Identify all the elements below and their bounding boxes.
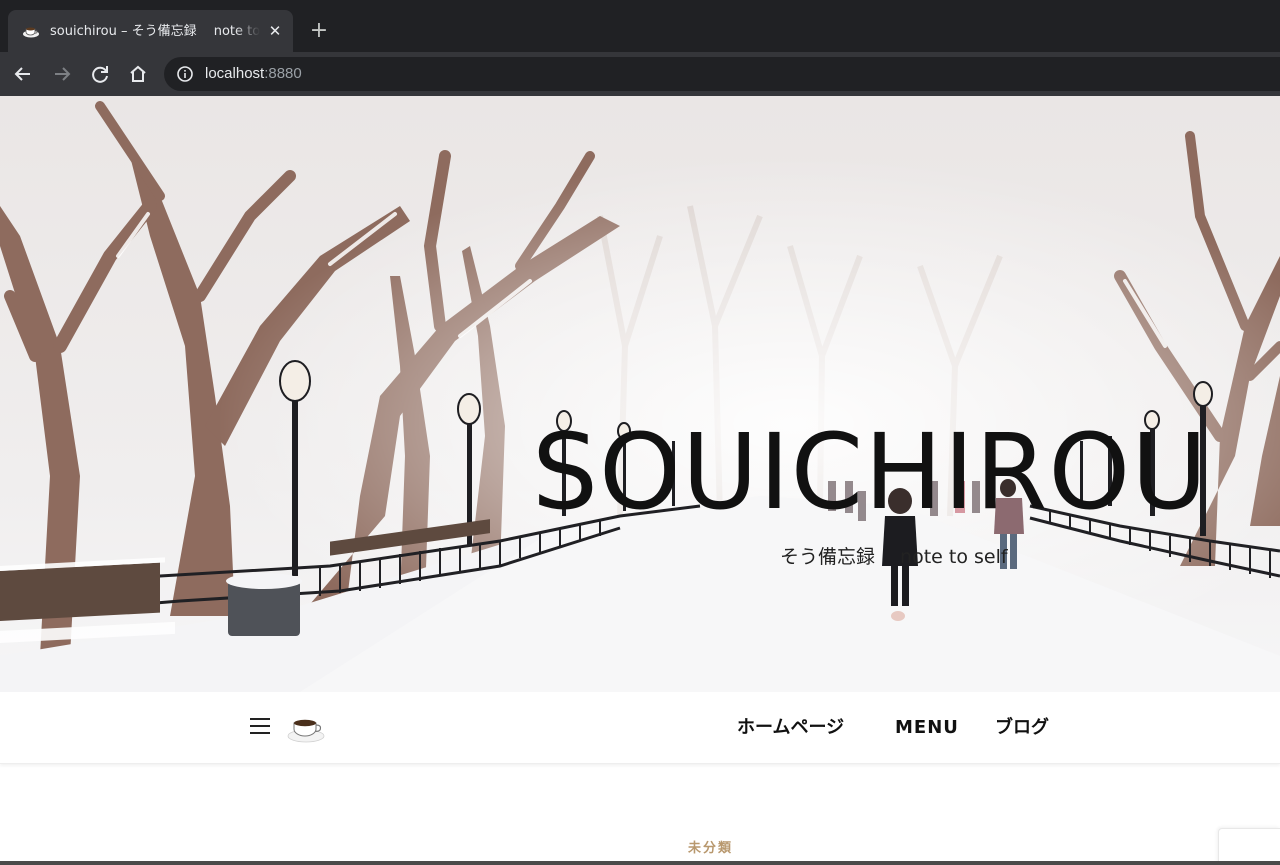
info-icon[interactable] xyxy=(176,65,194,83)
forward-icon[interactable] xyxy=(48,60,76,88)
url-host: localhost xyxy=(205,65,265,82)
reload-icon[interactable] xyxy=(86,60,114,88)
site-navigation: ホームページ MENU ブログ xyxy=(0,692,1280,764)
home-icon[interactable] xyxy=(124,60,152,88)
new-tab-button[interactable]: + xyxy=(306,18,332,44)
url-port: :8880 xyxy=(264,65,302,82)
recaptcha-badge xyxy=(1218,828,1280,865)
post-category-link[interactable]: 未分類 xyxy=(688,840,733,858)
header-hero-image: SOUICHIROU そう備忘録 note to self xyxy=(0,96,1280,692)
hamburger-icon[interactable] xyxy=(250,718,272,738)
nav-item-home[interactable]: ホームページ xyxy=(737,716,844,740)
nav-item-blog[interactable]: ブログ xyxy=(995,716,1049,740)
window-bottom-border xyxy=(0,861,1280,865)
nav-item-menu[interactable]: MENU xyxy=(895,716,959,740)
site-tagline: そう備忘録 note to self xyxy=(780,546,1008,568)
coffee-cup-icon[interactable] xyxy=(286,712,326,744)
browser-tab[interactable]: souichirou – そう備忘録 note to self ✕ xyxy=(8,10,293,52)
address-bar[interactable]: localhost:8880 xyxy=(164,57,1280,91)
coffee-cup-icon xyxy=(23,27,39,38)
site-title[interactable]: SOUICHIROU xyxy=(532,414,1272,530)
url-text: localhost:8880 xyxy=(205,64,302,84)
close-tab-icon[interactable]: ✕ xyxy=(266,22,284,40)
back-icon[interactable] xyxy=(9,60,37,88)
browser-toolbar: localhost:8880 xyxy=(0,52,1280,96)
snowy-park-illustration xyxy=(0,96,1280,692)
tab-title: souichirou – そう備忘録 note to self xyxy=(50,24,260,39)
browser-tab-strip: souichirou – そう備忘録 note to self ✕ + xyxy=(0,0,1280,52)
